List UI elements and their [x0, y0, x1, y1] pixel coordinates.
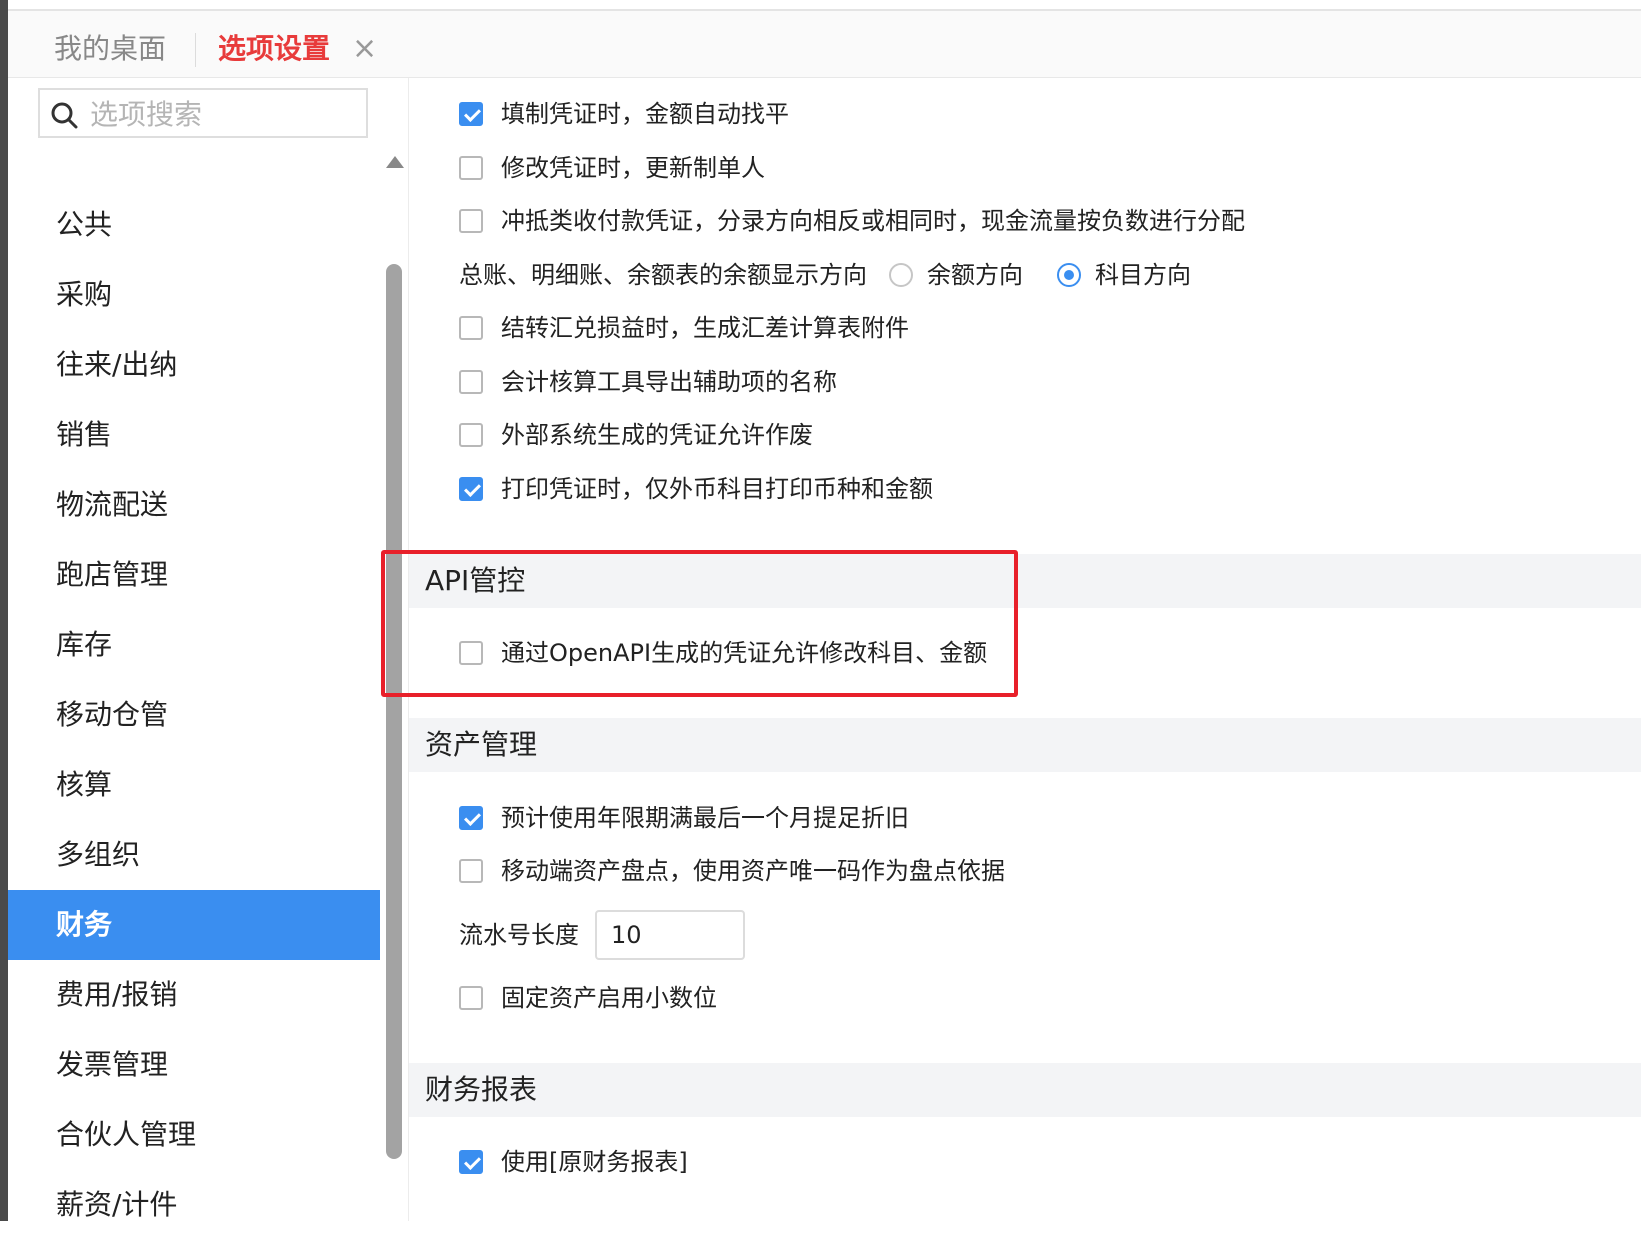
option-row: 填制凭证时，金额自动找平 — [459, 96, 789, 132]
close-icon[interactable]: × — [352, 29, 377, 69]
sidebar-scrollbar[interactable] — [386, 156, 404, 1216]
tab-options-settings[interactable]: 选项设置 — [218, 29, 330, 69]
option-row: 通过OpenAPI生成的凭证允许修改科目、金额 — [459, 635, 987, 671]
option-label: 预计使用年限期满最后一个月提足折旧 — [501, 804, 909, 832]
option-label: 固定资产启用小数位 — [501, 984, 717, 1012]
option-label: 修改凭证时，更新制单人 — [501, 154, 765, 182]
sidebar-item-public[interactable]: 公共 — [8, 190, 380, 260]
sidebar-item-multi-org[interactable]: 多组织 — [8, 820, 380, 890]
sidebar-item-invoice[interactable]: 发票管理 — [8, 1030, 380, 1100]
sidebar-item-mobile-warehouse[interactable]: 移动仓管 — [8, 680, 380, 750]
radio-label-balance: 余额方向 — [927, 261, 1023, 289]
sidebar-menu: 公共 采购 往来/出纳 销售 物流配送 跑店管理 库存 移动仓管 核算 多组织 … — [8, 190, 380, 1240]
checkbox-print-foreign[interactable] — [459, 477, 483, 501]
serial-length-input[interactable] — [595, 910, 745, 960]
tab-bar: 我的桌面 选项设置 × — [8, 11, 1641, 84]
option-label: 通过OpenAPI生成的凭证允许修改科目、金额 — [501, 639, 988, 667]
option-row: 修改凭证时，更新制单人 — [459, 150, 765, 186]
option-label: 填制凭证时，金额自动找平 — [501, 100, 789, 128]
checkbox-cashflow-negative[interactable] — [459, 209, 483, 233]
sidebar-item-purchase[interactable]: 采购 — [8, 260, 380, 330]
option-label: 打印凭证时，仅外币科目打印币种和金额 — [501, 475, 933, 503]
sidebar-item-partner[interactable]: 合伙人管理 — [8, 1100, 380, 1170]
sidebar-item-sales[interactable]: 销售 — [8, 400, 380, 470]
option-label: 会计核算工具导出辅助项的名称 — [501, 368, 837, 396]
search-box — [38, 88, 368, 138]
scroll-thumb[interactable] — [386, 264, 402, 1159]
sidebar-item-store-visit[interactable]: 跑店管理 — [8, 540, 380, 610]
scroll-up-arrow-icon[interactable] — [386, 156, 404, 168]
sidebar-item-logistics[interactable]: 物流配送 — [8, 470, 380, 540]
option-label: 移动端资产盘点，使用资产唯一码作为盘点依据 — [501, 857, 1005, 885]
checkbox-update-creator[interactable] — [459, 156, 483, 180]
option-row: 固定资产启用小数位 — [459, 980, 717, 1016]
window-edge — [0, 0, 8, 1221]
sidebar: 公共 采购 往来/出纳 销售 物流配送 跑店管理 库存 移动仓管 核算 多组织 … — [8, 78, 409, 1221]
checkbox-exchange-attachment[interactable] — [459, 316, 483, 340]
radio-account-direction[interactable] — [1057, 263, 1081, 287]
checkbox-auto-balance[interactable] — [459, 102, 483, 126]
checkbox-use-original-reports[interactable] — [459, 1150, 483, 1174]
option-label: 结转汇兑损益时，生成汇差计算表附件 — [501, 314, 909, 342]
option-row: 使用[原财务报表] — [459, 1144, 688, 1180]
section-title-assets: 资产管理 — [409, 718, 1641, 772]
option-row: 外部系统生成的凭证允许作废 — [459, 417, 813, 453]
section-title-api: API管控 — [409, 554, 1641, 608]
tab-separator — [195, 33, 196, 67]
option-label: 使用[原财务报表] — [501, 1148, 688, 1176]
tab-my-desktop[interactable]: 我的桌面 — [54, 29, 166, 69]
sidebar-item-payroll[interactable]: 薪资/计件 — [8, 1170, 380, 1240]
options-panel: 填制凭证时，金额自动找平 修改凭证时，更新制单人 冲抵类收付款凭证，分录方向相反… — [409, 78, 1641, 1221]
option-row: 结转汇兑损益时，生成汇差计算表附件 — [459, 310, 909, 346]
option-row: 移动端资产盘点，使用资产唯一码作为盘点依据 — [459, 853, 1005, 889]
checkbox-decimal-places[interactable] — [459, 986, 483, 1010]
search-icon — [51, 102, 78, 129]
radio-label-account: 科目方向 — [1095, 261, 1191, 289]
option-label: 外部系统生成的凭证允许作废 — [501, 421, 813, 449]
option-row: 预计使用年限期满最后一个月提足折旧 — [459, 800, 909, 836]
checkbox-export-aux-names[interactable] — [459, 370, 483, 394]
serial-length-row: 流水号长度 — [459, 910, 745, 960]
checkbox-external-void[interactable] — [459, 423, 483, 447]
balance-direction-label: 总账、明细账、余额表的余额显示方向 — [459, 261, 867, 289]
serial-length-label: 流水号长度 — [459, 921, 579, 949]
checkbox-mobile-inventory[interactable] — [459, 859, 483, 883]
sidebar-item-inventory[interactable]: 库存 — [8, 610, 380, 680]
section-title-reports: 财务报表 — [409, 1063, 1641, 1117]
sidebar-item-accounting[interactable]: 核算 — [8, 750, 380, 820]
checkbox-full-depreciation[interactable] — [459, 806, 483, 830]
option-label: 冲抵类收付款凭证，分录方向相反或相同时，现金流量按负数进行分配 — [501, 207, 1245, 235]
option-row: 冲抵类收付款凭证，分录方向相反或相同时，现金流量按负数进行分配 — [459, 203, 1245, 239]
option-row: 会计核算工具导出辅助项的名称 — [459, 364, 837, 400]
option-row: 打印凭证时，仅外币科目打印币种和金额 — [459, 471, 933, 507]
search-input[interactable] — [88, 96, 362, 132]
sidebar-item-expense[interactable]: 费用/报销 — [8, 960, 380, 1030]
checkbox-openapi-edit[interactable] — [459, 641, 483, 665]
balance-direction-row: 总账、明细账、余额表的余额显示方向 余额方向 科目方向 — [459, 257, 1203, 293]
sidebar-item-finance[interactable]: 财务 — [8, 890, 380, 960]
sidebar-item-accounts-cashier[interactable]: 往来/出纳 — [8, 330, 380, 400]
radio-balance-direction[interactable] — [889, 263, 913, 287]
